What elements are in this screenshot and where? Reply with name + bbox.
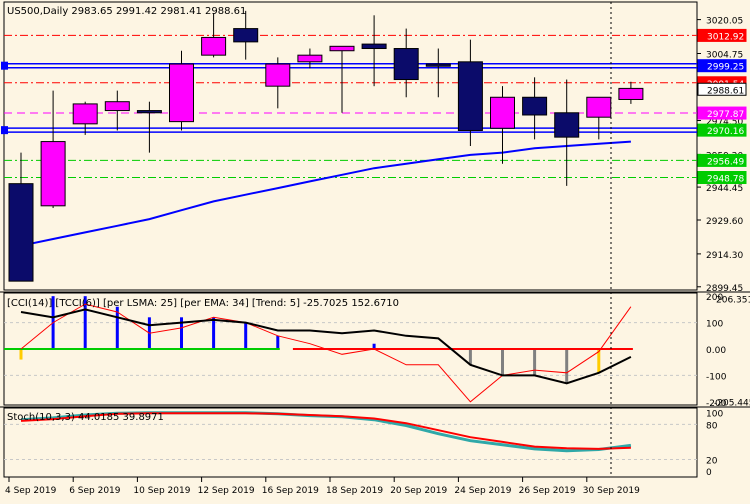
candle-body — [297, 54, 323, 63]
candle-body — [457, 61, 483, 131]
level-price-label: 2956.49 — [707, 157, 744, 167]
candle-body — [233, 28, 259, 43]
candle-body — [586, 96, 612, 118]
date-label: 20 Sep 2019 — [390, 486, 447, 496]
candle-body — [361, 43, 387, 50]
candle-body — [554, 112, 580, 138]
date-label: 26 Sep 2019 — [519, 486, 576, 496]
date-label: 6 Sep 2019 — [69, 486, 121, 496]
symbol-header: US500,Daily 2983.65 2991.42 2981.41 2988… — [7, 6, 246, 17]
date-label: 12 Sep 2019 — [198, 486, 255, 496]
date-label: 24 Sep 2019 — [454, 486, 511, 496]
cci-axis-bottom-label: -205.4453 — [714, 398, 750, 408]
candle-body — [40, 141, 66, 207]
date-label: 18 Sep 2019 — [326, 486, 383, 496]
price-tick-label: 2944.45 — [706, 184, 743, 194]
cci-tick-label: 100 — [706, 320, 723, 330]
price-tick-label: 2914.30 — [706, 251, 743, 261]
stoch-tick-label: 20 — [706, 456, 718, 466]
candle-body — [136, 110, 162, 114]
level-price-label: 3012.92 — [707, 32, 744, 42]
candle-body — [265, 63, 291, 87]
level-price-label: 2977.87 — [707, 110, 744, 120]
candle-body — [522, 96, 548, 116]
candle-body — [425, 63, 451, 67]
date-label: 16 Sep 2019 — [262, 486, 319, 496]
cci-tick-label: 0.00 — [706, 346, 726, 356]
level-handle-left-4 — [1, 126, 8, 135]
stoch-tick-label: 0 — [706, 468, 712, 478]
date-label: 4 Sep 2019 — [5, 486, 57, 496]
price-tick-label: 3020.05 — [706, 17, 743, 27]
candle-body — [490, 96, 515, 129]
trading-chart-window: 3020.053004.752974.502959.202944.452929.… — [0, 0, 750, 500]
cci-axis-top-label: 206.3511 — [716, 295, 750, 305]
candle-body — [329, 45, 355, 52]
chart-canvas[interactable]: 3020.053004.752974.502959.202944.452929.… — [0, 0, 750, 500]
candle-body — [169, 63, 194, 123]
cci-tick-label: -100 — [706, 372, 727, 382]
date-label: 30 Sep 2019 — [583, 486, 640, 496]
level-price-label: 2948.78 — [707, 175, 744, 185]
level-price-label: 2970.16 — [707, 127, 744, 137]
stoch-tick-label: 80 — [706, 421, 718, 431]
candle-body — [72, 103, 98, 125]
price-tick-label: 3004.75 — [706, 51, 743, 61]
chart-background — [0, 0, 750, 500]
date-label: 10 Sep 2019 — [133, 486, 190, 496]
candle-body — [8, 183, 34, 282]
level-handle-left-1 — [1, 61, 8, 70]
stoch-header: Stoch(10,3,3) 44.0185 39.8971 — [7, 412, 164, 423]
level-price-label: 2988.61 — [707, 86, 744, 96]
candle-body — [201, 36, 227, 56]
candle-body — [104, 101, 130, 112]
candle-body — [393, 48, 419, 81]
level-price-label: 2999.25 — [707, 63, 744, 73]
price-tick-label: 2929.60 — [706, 217, 743, 227]
stoch-tick-label: 100 — [706, 410, 723, 420]
cci-header: [CCI(14)] [TCCI(6)] [per LSMA: 25] [per … — [7, 298, 399, 309]
candle-body — [618, 87, 644, 100]
